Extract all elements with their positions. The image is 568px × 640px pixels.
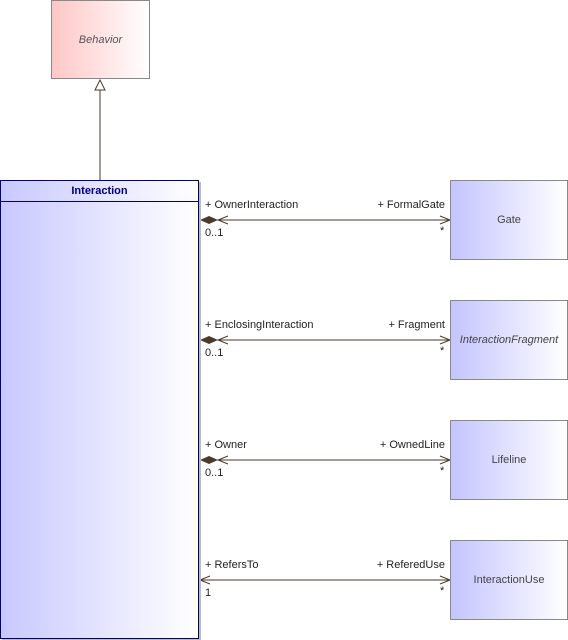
- source-role: + Owner: [205, 439, 247, 451]
- target-role: + Fragment: [388, 319, 445, 331]
- class-name: InteractionUse: [473, 574, 545, 586]
- target-role: + FormalGate: [377, 199, 445, 211]
- class-interactionuse[interactable]: InteractionUse: [450, 540, 568, 620]
- class-gate[interactable]: Gate: [450, 180, 568, 260]
- association-refereduse[interactable]: [198, 575, 452, 585]
- class-interaction[interactable]: Interaction: [0, 180, 199, 639]
- class-name: Behavior: [78, 33, 123, 46]
- class-name: Gate: [497, 214, 521, 226]
- target-role: + OwnedLine: [379, 439, 445, 451]
- source-role: + RefersTo: [205, 559, 259, 571]
- target-multiplicity: *: [440, 585, 445, 597]
- class-name: Lifeline: [491, 454, 527, 466]
- generalization-arrowhead-icon: [94, 78, 106, 91]
- source-multiplicity: 0..1: [205, 467, 224, 479]
- class-name: InteractionFragment: [459, 334, 559, 346]
- target-multiplicity: *: [440, 345, 445, 357]
- composite-diamond-icon: [200, 336, 218, 344]
- composite-diamond-icon: [200, 456, 218, 464]
- class-behavior[interactable]: Behavior: [51, 0, 150, 79]
- association-fragment[interactable]: [200, 335, 452, 345]
- composite-diamond-icon: [200, 216, 218, 224]
- target-multiplicity: *: [440, 225, 445, 237]
- class-interactionfragment[interactable]: InteractionFragment: [450, 300, 568, 380]
- source-multiplicity: 1: [205, 587, 212, 599]
- source-role: + OwnerInteraction: [205, 199, 299, 211]
- target-role: + ReferedUse: [376, 559, 445, 571]
- association-formalgate[interactable]: [200, 215, 452, 225]
- source-multiplicity: 0..1: [205, 227, 224, 239]
- association-ownedline[interactable]: [200, 455, 452, 465]
- source-multiplicity: 0..1: [205, 347, 224, 359]
- class-name: Interaction: [1, 181, 198, 202]
- source-role: + EnclosingInteraction: [205, 319, 314, 331]
- class-lifeline[interactable]: Lifeline: [450, 420, 568, 500]
- target-multiplicity: *: [440, 465, 445, 477]
